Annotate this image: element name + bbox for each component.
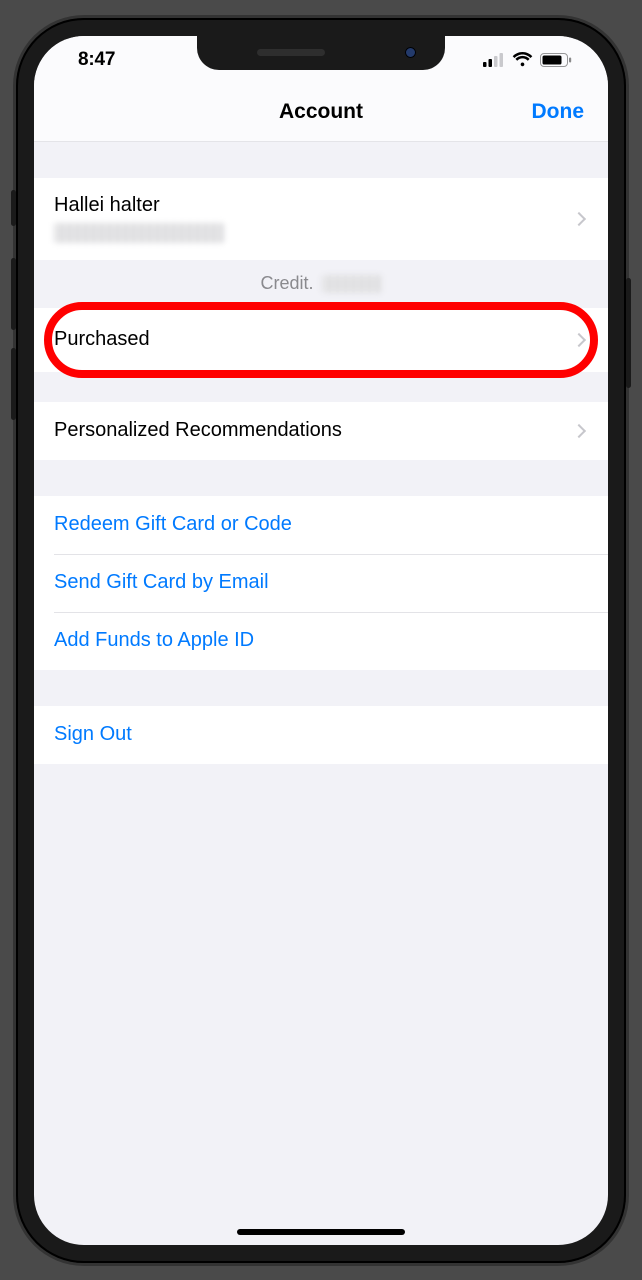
cellular-icon xyxy=(483,53,505,67)
chevron-right-icon xyxy=(572,423,586,437)
device-frame: 8:47 Account D xyxy=(16,18,626,1263)
send-gift-label: Send Gift Card by Email xyxy=(54,571,269,594)
silence-switch[interactable] xyxy=(11,190,16,226)
status-icons xyxy=(483,52,580,67)
done-button[interactable]: Done xyxy=(363,100,588,124)
send-gift-row[interactable]: Send Gift Card by Email xyxy=(34,554,608,612)
credit-row: Credit. xyxy=(34,260,608,308)
chevron-right-icon xyxy=(572,211,586,225)
power-button[interactable] xyxy=(626,278,631,388)
credit-amount-redacted xyxy=(322,275,382,293)
purchased-row[interactable]: Purchased xyxy=(34,308,608,372)
volume-up-button[interactable] xyxy=(11,258,16,330)
notch xyxy=(197,36,445,70)
credit-label: Credit. xyxy=(260,273,313,294)
nav-title: Account xyxy=(279,100,363,124)
profile-name: Hallei halter xyxy=(54,194,224,217)
sign-out-row[interactable]: Sign Out xyxy=(34,706,608,764)
status-time: 8:47 xyxy=(62,49,115,71)
recommendations-row[interactable]: Personalized Recommendations xyxy=(34,402,608,460)
battery-icon xyxy=(540,53,572,67)
redeem-row[interactable]: Redeem Gift Card or Code xyxy=(34,496,608,554)
speaker xyxy=(257,49,325,56)
purchased-wrapper: Purchased xyxy=(34,308,608,372)
chevron-right-icon xyxy=(572,332,586,346)
recommendations-label: Personalized Recommendations xyxy=(54,419,342,442)
profile-row[interactable]: Hallei halter xyxy=(34,178,608,260)
purchased-label: Purchased xyxy=(54,328,150,351)
volume-down-button[interactable] xyxy=(11,348,16,420)
sign-out-label: Sign Out xyxy=(54,723,132,746)
section-gap xyxy=(34,372,608,402)
add-funds-row[interactable]: Add Funds to Apple ID xyxy=(34,612,608,670)
home-indicator[interactable] xyxy=(237,1229,405,1235)
add-funds-label: Add Funds to Apple ID xyxy=(54,629,254,652)
front-camera xyxy=(405,47,416,58)
wifi-icon xyxy=(512,52,533,67)
screen: 8:47 Account D xyxy=(34,36,608,1245)
section-gap xyxy=(34,460,608,496)
section-gap xyxy=(34,142,608,178)
section-gap xyxy=(34,670,608,706)
profile-email-redacted xyxy=(54,223,224,243)
redeem-label: Redeem Gift Card or Code xyxy=(54,513,292,536)
nav-bar: Account Done xyxy=(34,84,608,142)
